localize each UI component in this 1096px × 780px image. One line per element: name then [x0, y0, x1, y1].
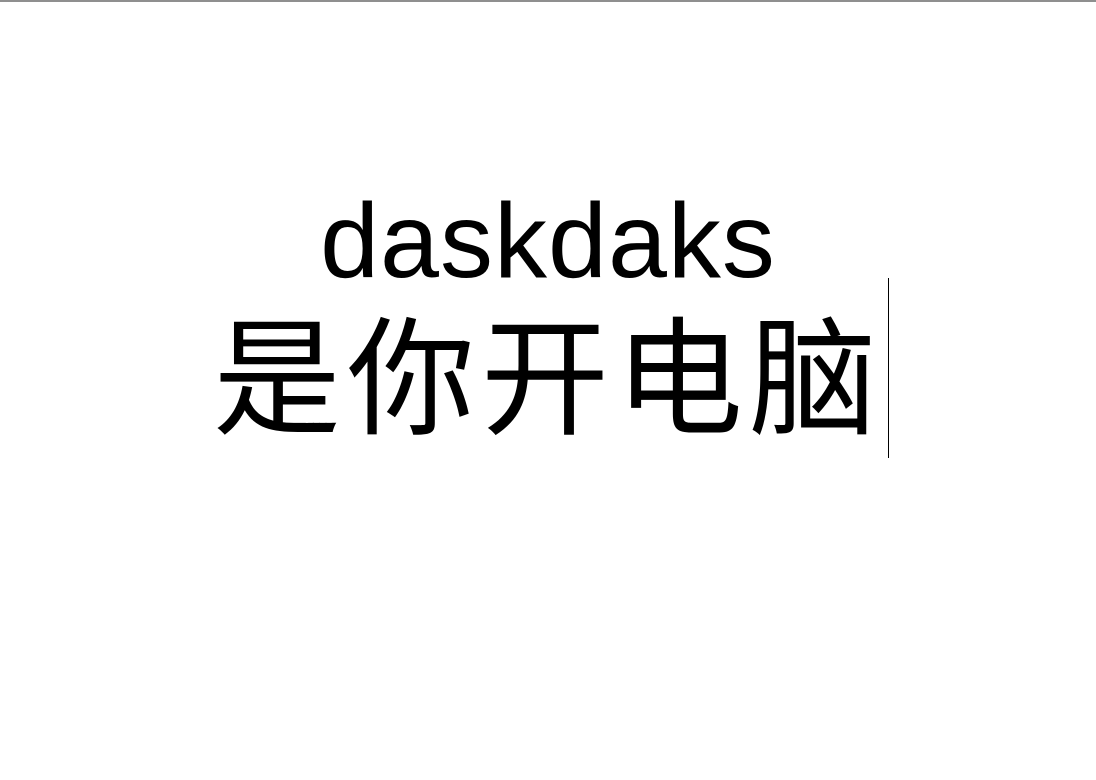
text-line-1[interactable]: daskdaks: [0, 180, 1096, 302]
text-editor-canvas[interactable]: daskdaks 是你开电脑: [0, 2, 1096, 780]
text-cursor-caret: [888, 278, 889, 458]
text-line-2-content[interactable]: 是你开电脑: [213, 309, 883, 452]
text-line-2[interactable]: 是你开电脑: [213, 278, 889, 458]
document-text-block[interactable]: daskdaks 是你开电脑: [0, 180, 1096, 458]
